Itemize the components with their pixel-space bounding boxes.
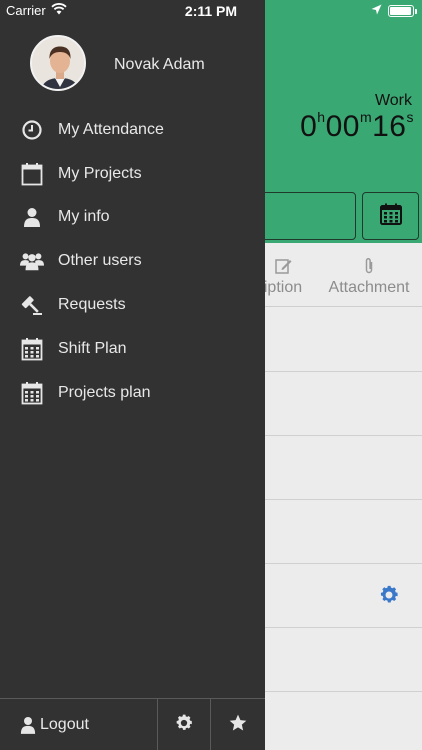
menu-item-other-users[interactable]: Other users <box>0 239 265 283</box>
menu-item-projects-plan[interactable]: Projects plan <box>0 371 265 415</box>
gavel-icon <box>20 293 44 317</box>
user-name: Novak Adam <box>114 56 205 73</box>
menu-item-label: My Projects <box>58 164 142 182</box>
calendar-icon <box>379 202 403 231</box>
calendar-outline-icon <box>20 162 44 186</box>
avatar[interactable] <box>30 35 86 91</box>
menu-item-label: My Attendance <box>58 120 164 138</box>
drawer-footer: Logout <box>0 698 265 750</box>
work-timer: 0h00m16s <box>300 109 414 143</box>
calendar-grid-icon <box>20 381 44 405</box>
star-icon <box>228 713 248 738</box>
menu-item-label: Shift Plan <box>58 339 127 357</box>
users-icon <box>20 249 44 273</box>
calendar-button[interactable] <box>362 192 419 240</box>
settings-button[interactable] <box>158 699 211 750</box>
profile-header[interactable]: Novak Adam <box>0 21 265 109</box>
status-bar: Carrier 2:11 PM <box>0 0 422 21</box>
logout-button[interactable]: Logout <box>0 699 158 750</box>
menu-item-label: Other users <box>58 252 142 270</box>
menu-item-my-info[interactable]: My info <box>0 196 265 240</box>
gear-icon <box>174 713 194 738</box>
battery-icon <box>388 4 417 17</box>
gear-icon[interactable] <box>378 584 400 611</box>
menu-item-my-projects[interactable]: My Projects <box>0 152 265 196</box>
menu-item-label: My info <box>58 208 110 226</box>
user-icon <box>20 205 44 229</box>
tab-description-label: iption <box>263 279 303 296</box>
user-icon <box>20 716 36 734</box>
paperclip-icon <box>320 257 418 275</box>
calendar-grid-icon <box>20 337 44 361</box>
menu-item-my-attendance[interactable]: My Attendance <box>0 108 265 152</box>
menu-item-label: Requests <box>58 296 126 314</box>
side-drawer: Novak Adam My Attendance My Projects My … <box>0 0 265 750</box>
logout-label: Logout <box>40 716 89 733</box>
status-time: 2:11 PM <box>184 3 238 19</box>
work-status-label: Work <box>374 92 412 109</box>
location-icon <box>371 3 382 18</box>
menu-item-shift-plan[interactable]: Shift Plan <box>0 327 265 371</box>
action-button[interactable] <box>250 192 356 240</box>
drawer-menu: My Attendance My Projects My info Other … <box>0 108 265 415</box>
tab-attachment-label: Attachment <box>328 279 410 296</box>
favorites-button[interactable] <box>211 699 264 750</box>
clock-icon <box>20 118 44 142</box>
tab-attachment[interactable]: Attachment <box>320 257 418 297</box>
menu-item-label: Projects plan <box>58 383 151 401</box>
menu-item-requests[interactable]: Requests <box>0 283 265 327</box>
